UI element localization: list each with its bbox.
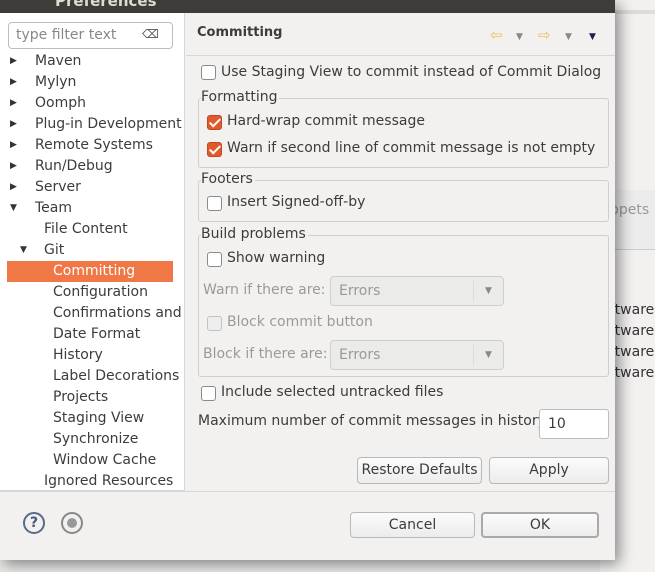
include-untracked-checkbox[interactable]: [201, 386, 216, 401]
clear-icon[interactable]: ⌫: [142, 27, 159, 41]
expand-arrow-right-icon[interactable]: ▶: [10, 140, 17, 150]
include-untracked-label: Include selected untracked files: [221, 384, 444, 400]
tree-item[interactable]: Synchronize: [53, 429, 138, 450]
page-title: Committing: [197, 25, 283, 40]
expand-arrow-right-icon[interactable]: ▶: [10, 98, 17, 108]
use-staging-checkbox[interactable]: [201, 65, 216, 80]
back-icon[interactable]: ⇦: [490, 26, 503, 44]
expand-arrow-right-icon[interactable]: ▶: [10, 77, 17, 87]
hard-wrap-label: Hard-wrap commit message: [227, 113, 425, 129]
tree-item[interactable]: Label Decorations: [53, 366, 179, 387]
background-row: ftware: [610, 323, 655, 339]
formatting-group: [198, 98, 609, 168]
window-title: Preferences: [55, 0, 157, 10]
expand-arrow-right-icon[interactable]: ▶: [10, 161, 17, 171]
warn-level-value: Errors: [339, 283, 381, 299]
show-warning-checkbox[interactable]: [207, 252, 222, 267]
block-commit-label: Block commit button: [227, 314, 373, 330]
back-menu-icon[interactable]: ▼: [516, 32, 523, 42]
block-commit-checkbox[interactable]: [207, 316, 222, 331]
tree-item[interactable]: Team: [35, 198, 72, 219]
warn-second-line-label: Warn if second line of commit message is…: [227, 140, 596, 156]
show-warning-label: Show warning: [227, 250, 326, 266]
tree-item[interactable]: Oomph: [35, 93, 86, 114]
footer-divider: [0, 491, 615, 492]
forward-menu-icon[interactable]: ▼: [565, 32, 572, 42]
expand-arrow-right-icon[interactable]: ▶: [10, 56, 17, 66]
title-bar: Preferences: [0, 0, 615, 13]
tree-item[interactable]: Mylyn: [35, 72, 76, 93]
warn-if-label: Warn if there are:: [203, 282, 326, 298]
expand-arrow-down-icon[interactable]: ▼: [20, 245, 27, 255]
background-row: ftware: [610, 302, 655, 318]
tree-item[interactable]: Staging View: [53, 408, 144, 429]
tree-item[interactable]: Window Cache: [53, 450, 156, 471]
expand-arrow-down-icon[interactable]: ▼: [10, 203, 17, 213]
background-row: ftware: [610, 365, 655, 381]
ok-button[interactable]: OK: [481, 512, 599, 538]
background-row: ftware: [610, 344, 655, 360]
tree-item[interactable]: Projects: [53, 387, 108, 408]
header-divider: [186, 55, 615, 56]
history-label: Maximum number of commit messages in his…: [198, 413, 550, 429]
chevron-down-icon: ▼: [473, 281, 503, 301]
formatting-title: Formatting: [201, 89, 280, 105]
view-menu-icon[interactable]: ▼: [589, 32, 596, 42]
restore-defaults-button[interactable]: Restore Defaults: [357, 457, 482, 484]
cancel-button[interactable]: Cancel: [350, 512, 475, 538]
tree-item[interactable]: Date Format: [53, 324, 140, 345]
expand-arrow-right-icon[interactable]: ▶: [10, 119, 17, 129]
block-level-select[interactable]: Errors ▼: [330, 340, 504, 370]
tree-item[interactable]: Server: [35, 177, 81, 198]
build-problems-title: Build problems: [201, 226, 308, 242]
tree-item[interactable]: Configuration: [53, 282, 148, 303]
background-tab-label: ppets: [610, 202, 650, 218]
signed-off-label: Insert Signed-off-by: [227, 194, 366, 210]
filter-placeholder: type filter text: [16, 27, 117, 43]
block-if-label: Block if there are:: [203, 346, 328, 362]
apply-button[interactable]: Apply: [489, 457, 609, 484]
signed-off-checkbox[interactable]: [207, 196, 222, 211]
tree-item[interactable]: Remote Systems: [35, 135, 153, 156]
warn-second-line-checkbox[interactable]: [207, 142, 222, 157]
tree-item[interactable]: Maven: [35, 51, 81, 72]
tree-item[interactable]: Ignored Resources: [44, 471, 173, 492]
history-count-input[interactable]: 10: [539, 409, 609, 439]
tree-item[interactable]: Committing: [7, 261, 173, 282]
tree-item[interactable]: Git: [44, 240, 64, 261]
hard-wrap-checkbox[interactable]: [207, 115, 222, 130]
warn-level-select[interactable]: Errors ▼: [330, 276, 504, 306]
use-staging-label: Use Staging View to commit instead of Co…: [221, 64, 602, 80]
preferences-dialog: Preferences type filter text ⌫ ▶ Maven ▶ Myl…: [0, 0, 615, 560]
forward-icon[interactable]: ⇨: [538, 26, 551, 44]
import-export-icon[interactable]: [61, 512, 83, 534]
tree-item[interactable]: Confirmations and: [53, 303, 182, 324]
expand-arrow-right-icon[interactable]: ▶: [10, 182, 17, 192]
chevron-down-icon: ▼: [473, 345, 503, 365]
tree-item[interactable]: Run/Debug: [35, 156, 113, 177]
footers-title: Footers: [201, 171, 255, 187]
tree-item[interactable]: File Content: [44, 219, 128, 240]
tree-item[interactable]: Plug-in Development: [35, 114, 182, 135]
filter-input[interactable]: type filter text ⌫: [8, 22, 173, 49]
help-icon[interactable]: ?: [23, 512, 45, 534]
tree-item[interactable]: History: [53, 345, 103, 366]
block-level-value: Errors: [339, 347, 381, 363]
